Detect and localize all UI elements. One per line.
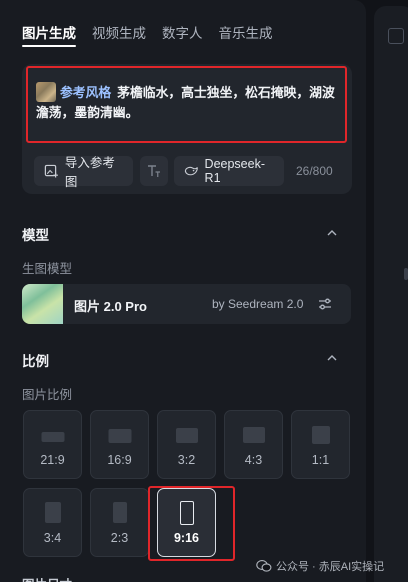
model-provider: by Seedream 2.0 xyxy=(212,297,304,311)
ratio-annotation-box xyxy=(148,486,235,561)
watermark: 公众号 · 赤辰AI实操记 xyxy=(256,558,384,574)
tab-bar: 图片生成 视频生成 数字人 音乐生成 xyxy=(22,22,273,42)
watermark-text: 公众号 · 赤辰AI实操记 xyxy=(276,561,385,573)
model-thumbnail xyxy=(22,284,63,324)
ratio-option-3-2[interactable]: 3:2 xyxy=(157,410,216,479)
active-tab-indicator xyxy=(22,45,76,47)
ratio-option-2-3[interactable]: 2:3 xyxy=(90,488,149,557)
tab-music-generation[interactable]: 音乐生成 xyxy=(219,22,273,42)
prompt-annotation-box xyxy=(26,66,347,143)
ratio-option-16-9[interactable]: 16:9 xyxy=(90,410,149,479)
ratio-label: 3:2 xyxy=(177,453,196,467)
model-sublabel: 生图模型 xyxy=(22,262,73,276)
app-root: 图片生成 视频生成 数字人 音乐生成 参考风格 茅檐临水，高士独坐，松石掩映，湖波… xyxy=(0,0,408,582)
ratio-option-21-9[interactable]: 21:9 xyxy=(23,410,82,479)
ratio-label: 16:9 xyxy=(107,453,132,467)
ratio-section-title: 比例 xyxy=(22,354,49,369)
character-counter: 26/800 xyxy=(296,164,333,178)
wechat-icon xyxy=(256,560,272,572)
deepseek-model-chip[interactable]: Deepseek-R1 xyxy=(174,156,284,186)
tab-image-generation[interactable]: 图片生成 xyxy=(22,22,76,42)
ratio-shape xyxy=(112,502,127,523)
model-name: 图片 2.0 Pro xyxy=(74,299,147,314)
text-format-button[interactable] xyxy=(140,156,168,186)
ratio-sublabel: 图片比例 xyxy=(22,388,73,402)
ratio-option-4-3[interactable]: 4:3 xyxy=(224,410,283,479)
ratio-shape xyxy=(175,428,198,443)
sliders-icon[interactable] xyxy=(317,296,333,312)
tab-digital-human[interactable]: 数字人 xyxy=(162,22,203,42)
ratio-option-1-1[interactable]: 1:1 xyxy=(291,410,350,479)
ratio-shape xyxy=(311,426,330,444)
ratio-option-3-4[interactable]: 3:4 xyxy=(23,488,82,557)
scroll-handle[interactable] xyxy=(404,268,408,280)
image-size-label: 图片尺寸 xyxy=(22,574,72,582)
import-reference-label: 导入参考图 xyxy=(64,156,115,189)
model-selector[interactable]: 图片 2.0 Pro by Seedream 2.0 xyxy=(22,284,351,324)
ratio-label: 4:3 xyxy=(244,453,263,467)
preview-panel-edge xyxy=(374,6,408,582)
ratio-label: 1:1 xyxy=(311,453,330,467)
deepseek-model-label: Deepseek-R1 xyxy=(204,157,265,185)
ratio-label: 21:9 xyxy=(40,453,65,467)
ratio-label: 2:3 xyxy=(110,531,129,545)
ratio-shape xyxy=(41,432,64,442)
ratio-shape xyxy=(44,502,61,523)
ratio-shape xyxy=(242,427,265,443)
chevron-up-icon[interactable] xyxy=(326,352,338,364)
image-add-icon xyxy=(44,164,58,178)
ratio-label: 3:4 xyxy=(43,531,62,545)
import-reference-button[interactable]: 导入参考图 xyxy=(34,156,133,189)
generation-panel: 图片生成 视频生成 数字人 音乐生成 参考风格 茅檐临水，高士独坐，松石掩映，湖波… xyxy=(0,0,366,582)
tab-video-generation[interactable]: 视频生成 xyxy=(92,22,146,42)
whale-icon xyxy=(184,166,198,176)
model-section-title: 模型 xyxy=(22,228,49,243)
checkbox-icon[interactable] xyxy=(388,28,404,44)
ratio-shape xyxy=(108,429,131,443)
chevron-up-icon[interactable] xyxy=(326,227,338,239)
text-icon xyxy=(148,165,160,177)
